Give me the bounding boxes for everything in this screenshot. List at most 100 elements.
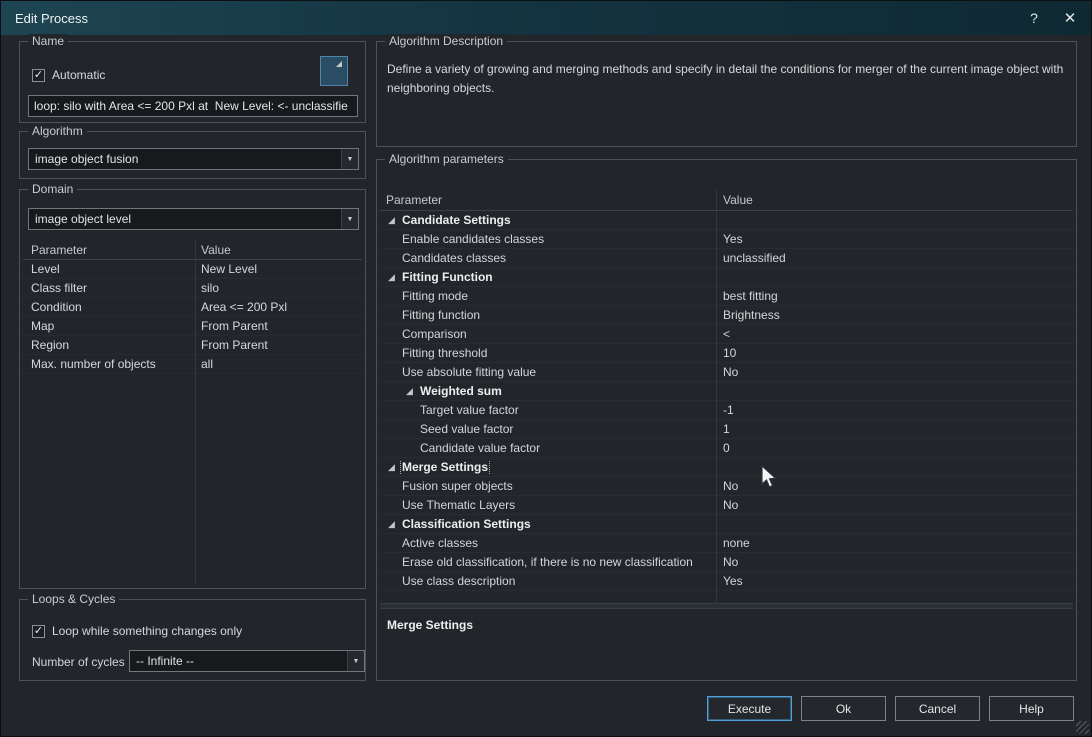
number-of-cycles-select[interactable]: -- Infinite -- ▼ bbox=[129, 650, 365, 672]
domain-param-name: Map bbox=[23, 319, 195, 333]
param-row[interactable]: Fitting modebest fitting bbox=[380, 287, 1073, 306]
param-name-cell: Target value factor bbox=[380, 403, 716, 417]
domain-group-label: Domain bbox=[28, 182, 77, 197]
loop-checkbox-row: ✓ Loop while something changes only bbox=[32, 624, 242, 638]
dialog-button-row: Execute Ok Cancel Help bbox=[707, 696, 1074, 721]
domain-table-row[interactable]: LevelNew Level bbox=[23, 260, 362, 279]
param-row[interactable]: Fitting threshold10 bbox=[380, 344, 1073, 363]
name-group-label: Name bbox=[28, 34, 68, 49]
tree-expanded-icon[interactable]: ◢ bbox=[388, 520, 402, 529]
param-label: Fitting mode bbox=[402, 289, 468, 303]
cancel-button[interactable]: Cancel bbox=[895, 696, 980, 721]
domain-param-name: Level bbox=[23, 262, 195, 276]
param-value-cell: Brightness bbox=[716, 308, 1073, 322]
param-name-cell: Use Thematic Layers bbox=[380, 498, 716, 512]
number-of-cycles-label: Number of cycles bbox=[32, 655, 125, 669]
param-row[interactable]: Target value factor-1 bbox=[380, 401, 1073, 420]
close-icon[interactable]: ✕ bbox=[1059, 8, 1081, 28]
domain-table-row[interactable]: RegionFrom Parent bbox=[23, 336, 362, 355]
resize-grip[interactable] bbox=[1076, 721, 1089, 734]
param-name-cell: Erase old classification, if there is no… bbox=[380, 555, 716, 569]
parameters-table-header: Parameter Value bbox=[380, 190, 1073, 211]
tree-expanded-icon[interactable]: ◢ bbox=[388, 463, 402, 472]
domain-param-name: Class filter bbox=[23, 281, 195, 295]
tree-expanded-icon[interactable]: ◢ bbox=[388, 273, 402, 282]
param-group-row[interactable]: ◢Weighted sum bbox=[380, 382, 1073, 401]
domain-param-value: Area <= 200 Pxl bbox=[195, 300, 362, 314]
automatic-checkbox[interactable]: ✓ bbox=[32, 69, 45, 82]
automatic-checkbox-label[interactable]: Automatic bbox=[52, 68, 105, 82]
loop-while-changes-checkbox[interactable]: ✓ bbox=[32, 625, 45, 638]
param-name-cell: Fitting mode bbox=[380, 289, 716, 303]
domain-param-value: From Parent bbox=[195, 338, 362, 352]
dropdown-arrow-icon[interactable]: ▼ bbox=[347, 651, 364, 671]
domain-select[interactable]: image object level ▼ bbox=[28, 208, 359, 230]
param-name-cell: ◢Candidate Settings bbox=[380, 213, 716, 227]
param-label: Fitting threshold bbox=[402, 346, 487, 360]
param-row[interactable]: Candidates classesunclassified bbox=[380, 249, 1073, 268]
param-group-row[interactable]: ◢Merge Settings bbox=[380, 458, 1073, 477]
domain-table-row[interactable]: MapFrom Parent bbox=[23, 317, 362, 336]
domain-param-value: New Level bbox=[195, 262, 362, 276]
param-row[interactable]: Comparison< bbox=[380, 325, 1073, 344]
param-name-cell: Candidate value factor bbox=[380, 441, 716, 455]
param-row[interactable]: Enable candidates classesYes bbox=[380, 230, 1073, 249]
domain-table-row[interactable]: ConditionArea <= 200 Pxl bbox=[23, 298, 362, 317]
new-document-button[interactable] bbox=[320, 56, 348, 86]
domain-table-body: LevelNew LevelClass filtersiloConditionA… bbox=[23, 260, 362, 374]
param-value-cell: No bbox=[716, 555, 1073, 569]
algorithm-group: Algorithm image object fusion ▼ bbox=[19, 131, 366, 179]
param-value-cell: < bbox=[716, 327, 1073, 341]
algorithm-parameters-group: Algorithm parameters Parameter Value ◢Ca… bbox=[376, 159, 1077, 681]
param-group-row[interactable]: ◢Fitting Function bbox=[380, 268, 1073, 287]
domain-param-name: Max. number of objects bbox=[23, 357, 195, 371]
param-name-cell: Fitting threshold bbox=[380, 346, 716, 360]
loop-while-changes-label[interactable]: Loop while something changes only bbox=[52, 624, 242, 638]
dropdown-arrow-icon[interactable]: ▼ bbox=[341, 209, 358, 229]
domain-param-value: all bbox=[195, 357, 362, 371]
param-row[interactable]: Use class descriptionYes bbox=[380, 572, 1073, 591]
param-name-cell: Candidates classes bbox=[380, 251, 716, 265]
param-row[interactable]: Use Thematic LayersNo bbox=[380, 496, 1073, 515]
param-row[interactable]: Fitting functionBrightness bbox=[380, 306, 1073, 325]
param-group-row[interactable]: ◢Candidate Settings bbox=[380, 211, 1073, 230]
domain-header-value: Value bbox=[195, 240, 362, 259]
param-row[interactable]: Erase old classification, if there is no… bbox=[380, 553, 1073, 572]
param-name-cell: Comparison bbox=[380, 327, 716, 341]
param-name-cell: ◢Classification Settings bbox=[380, 517, 716, 531]
algorithm-description-group: Algorithm Description Define a variety o… bbox=[376, 41, 1077, 147]
param-row[interactable]: Active classesnone bbox=[380, 534, 1073, 553]
domain-table-row[interactable]: Class filtersilo bbox=[23, 279, 362, 298]
algorithm-group-label: Algorithm bbox=[28, 124, 87, 139]
algorithm-select[interactable]: image object fusion ▼ bbox=[28, 148, 359, 170]
param-label: Enable candidates classes bbox=[402, 232, 544, 246]
param-row[interactable]: Seed value factor 1 bbox=[380, 420, 1073, 439]
dropdown-arrow-icon[interactable]: ▼ bbox=[341, 149, 358, 169]
parameters-header-parameter: Parameter bbox=[380, 190, 716, 210]
execute-button[interactable]: Execute bbox=[707, 696, 792, 721]
title-bar: Edit Process ? ✕ bbox=[1, 1, 1091, 35]
param-label: Erase old classification, if there is no… bbox=[402, 555, 693, 569]
process-name-input[interactable] bbox=[28, 95, 358, 117]
tree-expanded-icon[interactable]: ◢ bbox=[388, 216, 402, 225]
param-name-cell: Fitting function bbox=[380, 308, 716, 322]
description-splitter[interactable] bbox=[380, 603, 1073, 609]
param-label: Candidates classes bbox=[402, 251, 506, 265]
tree-expanded-icon[interactable]: ◢ bbox=[406, 387, 420, 396]
param-name-cell: Seed value factor bbox=[380, 422, 716, 436]
param-row[interactable]: Candidate value factor0 bbox=[380, 439, 1073, 458]
param-row[interactable]: Fusion super objectsNo bbox=[380, 477, 1073, 496]
param-value-cell: -1 bbox=[716, 403, 1073, 417]
domain-table-row[interactable]: Max. number of objectsall bbox=[23, 355, 362, 374]
param-label: Seed value factor bbox=[420, 422, 513, 436]
ok-button[interactable]: Ok bbox=[801, 696, 886, 721]
param-group-row[interactable]: ◢Classification Settings bbox=[380, 515, 1073, 534]
param-label: Fitting Function bbox=[402, 270, 493, 284]
param-value-cell: 1 bbox=[716, 422, 1073, 436]
param-row[interactable]: Use absolute fitting valueNo bbox=[380, 363, 1073, 382]
column-separator bbox=[195, 240, 196, 584]
algorithm-description-text: Define a variety of growing and merging … bbox=[387, 60, 1064, 97]
help-icon[interactable]: ? bbox=[1023, 8, 1045, 28]
help-button[interactable]: Help bbox=[989, 696, 1074, 721]
param-name-cell: Use absolute fitting value bbox=[380, 365, 716, 379]
